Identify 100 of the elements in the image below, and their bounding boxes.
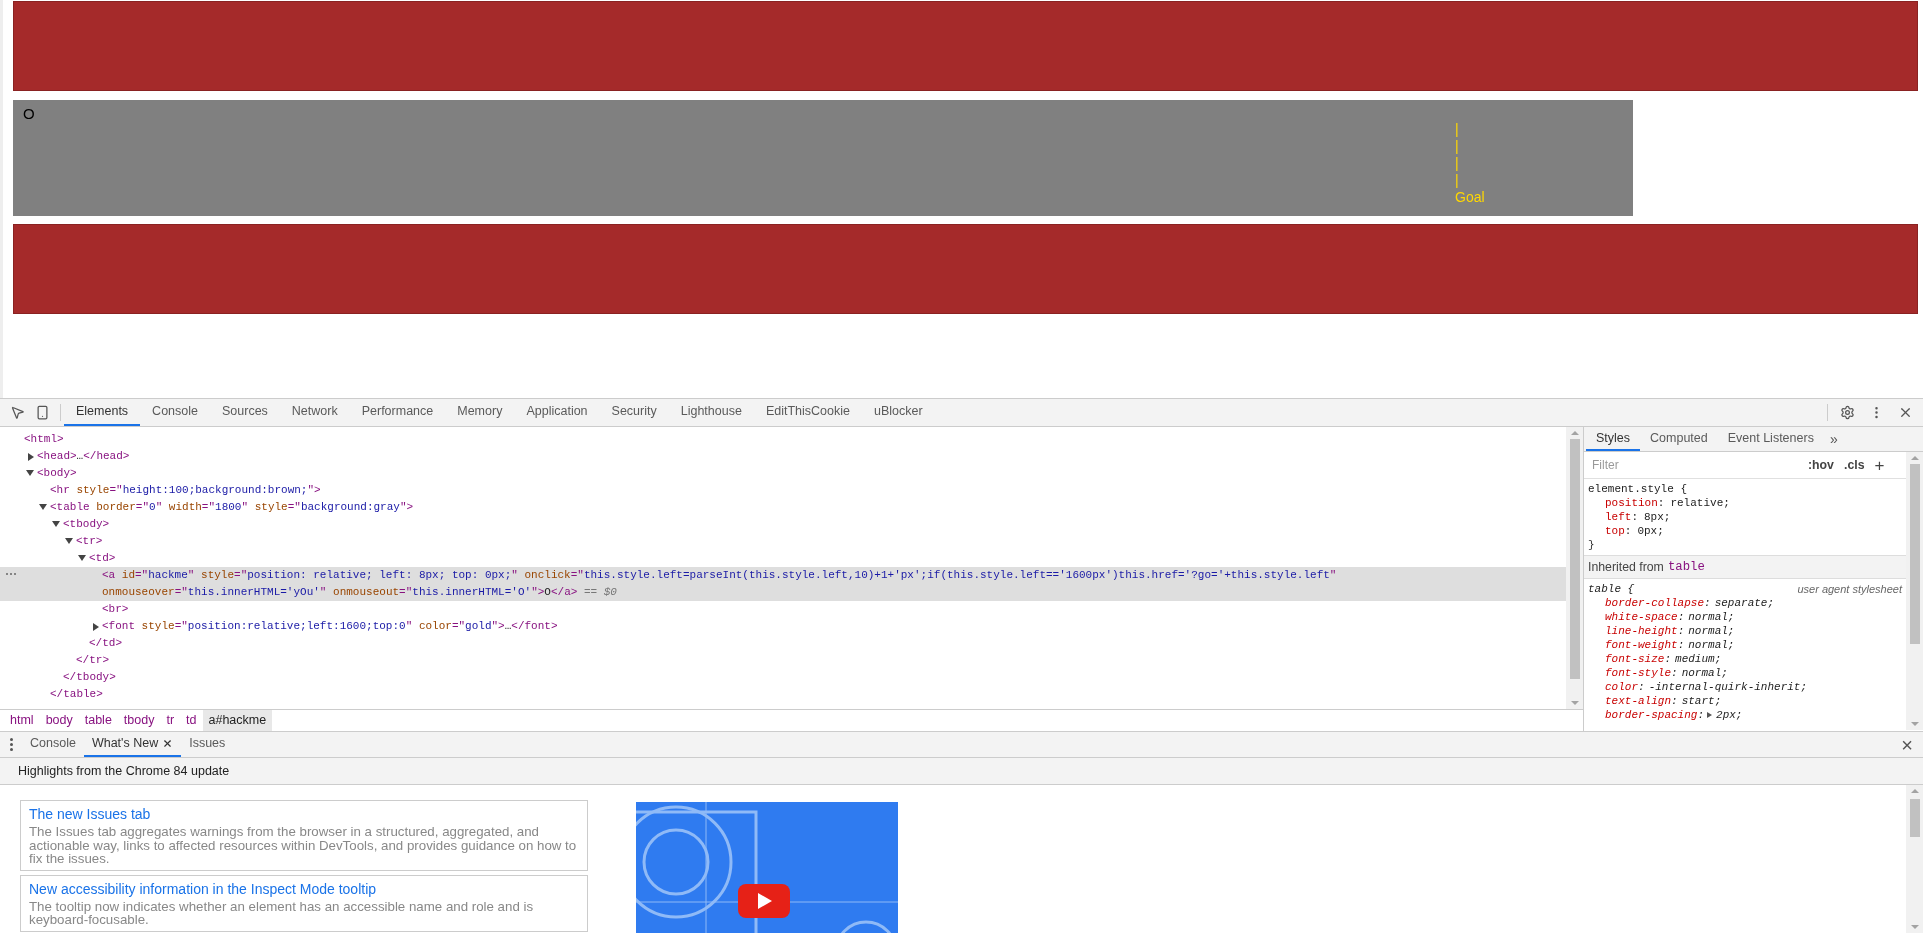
colon: : bbox=[1677, 638, 1685, 652]
colon: : bbox=[1657, 496, 1665, 510]
colon: : bbox=[1677, 610, 1685, 624]
property-value: start; bbox=[1681, 694, 1722, 708]
expanded-triangle-icon[interactable] bbox=[39, 504, 47, 510]
close-drawer-button[interactable]: × bbox=[1901, 732, 1923, 757]
expanded-triangle-icon[interactable] bbox=[65, 538, 73, 544]
moving-link[interactable]: O bbox=[23, 103, 35, 126]
breadcrumb[interactable]: html bbox=[4, 710, 40, 731]
more-tabs-button[interactable]: » bbox=[1823, 427, 1844, 451]
dom-node[interactable]: <a id="hackme" style="position: relative; left: 8px; top: 0px;" onclick="this.style.left=parseInt(this.style.left,10)+1+'px';if(this.style.left=='1600px')this.href='?go='+this.style.left" onmouseover="this.innerHTML='yOu'" onmouseout="this.innerHTML='O'">O</a> == $0 bbox=[0, 567, 1566, 601]
property-name[interactable]: left bbox=[1605, 510, 1632, 524]
property-value: medium; bbox=[1675, 652, 1722, 666]
panel-tab[interactable]: Performance bbox=[349, 399, 446, 426]
property-name[interactable]: top bbox=[1605, 524, 1625, 538]
property-value[interactable]: 8px; bbox=[1644, 510, 1671, 524]
sidebar-tab[interactable]: Event Listeners bbox=[1717, 427, 1824, 451]
inherited-label: Inherited from bbox=[1588, 558, 1664, 576]
scrollbar[interactable] bbox=[1566, 427, 1583, 709]
scrollbar[interactable] bbox=[1906, 785, 1923, 933]
panel-tab[interactable]: Lighthouse bbox=[668, 399, 754, 426]
panel-tab[interactable]: Network bbox=[279, 399, 350, 426]
colon: : bbox=[1677, 624, 1685, 638]
feature-title-link[interactable]: The new Issues tab bbox=[29, 805, 579, 823]
expanded-triangle-icon[interactable] bbox=[26, 470, 34, 476]
property-name: line-height bbox=[1605, 624, 1678, 638]
colon: : bbox=[1664, 652, 1672, 666]
sidebar-tab[interactable]: Styles bbox=[1586, 427, 1641, 451]
drawer-header: Highlights from the Chrome 84 update bbox=[18, 762, 230, 780]
feature-description: The tooltip now indicates whether an element has an accessible name and role and is keyboard-focusable. bbox=[29, 899, 535, 927]
feature-title-link[interactable]: New accessibility information in the Inspect Mode tooltip bbox=[29, 879, 579, 898]
goal-marker: | | | | Goal bbox=[1455, 121, 1485, 206]
breadcrumb[interactable]: body bbox=[39, 710, 79, 731]
cls-button[interactable]: .cls bbox=[1843, 455, 1865, 475]
property-value[interactable]: 0px; bbox=[1637, 524, 1664, 538]
closing-tag: </td> bbox=[0, 635, 1566, 652]
collapsed-triangle-icon[interactable] bbox=[93, 623, 99, 631]
sidebar-tab[interactable]: Computed bbox=[1640, 427, 1718, 451]
hov-button[interactable]: :hov bbox=[1808, 455, 1834, 475]
panel-tab[interactable]: uBlocker bbox=[861, 399, 935, 426]
settings-icon[interactable] bbox=[1840, 405, 1855, 420]
feature-card[interactable]: New accessibility information in the Inspect Mode tooltip The tooltip now indicates whether an element has an accessible name and role and is keyboard-focusable. bbox=[20, 874, 588, 932]
breadcrumb[interactable]: table bbox=[78, 710, 118, 731]
panel-tab[interactable]: Memory bbox=[445, 399, 515, 426]
dom-node[interactable]: <tbody> bbox=[0, 516, 1566, 533]
rule-selector: table { bbox=[1588, 582, 1635, 596]
breadcrumb[interactable]: tbody bbox=[117, 710, 161, 731]
drawer-tab[interactable]: Console bbox=[22, 732, 84, 757]
closing-tag: </tr> bbox=[0, 652, 1566, 669]
panel-tab[interactable]: Console bbox=[140, 399, 210, 426]
panel-tab[interactable]: Security bbox=[599, 399, 669, 426]
property-name[interactable]: position bbox=[1605, 496, 1658, 510]
property-value: normal; bbox=[1688, 624, 1735, 638]
dom-node[interactable]: <body> bbox=[0, 465, 1566, 482]
property-value: normal; bbox=[1681, 666, 1728, 680]
close-icon[interactable] bbox=[1898, 405, 1913, 420]
scrollbar[interactable] bbox=[1906, 452, 1923, 730]
drawer-tab[interactable]: Issues bbox=[181, 732, 234, 757]
property-name: font-weight bbox=[1605, 638, 1678, 652]
device-toggle-icon[interactable] bbox=[35, 405, 50, 420]
inspect-icon[interactable] bbox=[10, 405, 25, 420]
colon: : bbox=[1624, 524, 1632, 538]
property-name: border-spacing bbox=[1605, 708, 1698, 722]
expanded-triangle-icon[interactable] bbox=[52, 521, 60, 527]
colon: : bbox=[1671, 666, 1678, 680]
dom-node[interactable]: <hr style="height:100;background:brown;"> bbox=[0, 482, 1566, 499]
colon: : bbox=[1697, 708, 1705, 722]
feature-card[interactable] bbox=[20, 800, 588, 871]
property-value: -internal-quirk-inherit; bbox=[1648, 680, 1808, 694]
expanded-triangle-icon[interactable] bbox=[78, 555, 86, 561]
property-name: text-align bbox=[1605, 694, 1671, 708]
dom-node[interactable]: <td> bbox=[0, 550, 1566, 567]
expand-triangle-icon[interactable] bbox=[1707, 712, 1713, 718]
panel-tab[interactable]: Sources bbox=[210, 399, 280, 426]
dom-node[interactable]: <head>…</head> bbox=[0, 448, 1566, 465]
add-rule-button[interactable]: + bbox=[1874, 456, 1885, 474]
dom-node[interactable]: <br> bbox=[0, 601, 1566, 618]
property-value: 2px; bbox=[1716, 708, 1743, 722]
collapsed-triangle-icon[interactable] bbox=[28, 453, 34, 461]
property-name: border-collapse bbox=[1605, 596, 1705, 610]
property-value: separate; bbox=[1714, 596, 1775, 610]
colon: : bbox=[1704, 596, 1711, 610]
breadcrumb[interactable]: tr bbox=[160, 710, 181, 731]
dom-node[interactable]: <font style="position:relative;left:1600;top:0" color="gold">…</font> bbox=[0, 618, 1566, 635]
property-value[interactable]: relative; bbox=[1670, 496, 1730, 510]
breadcrumb[interactable]: td bbox=[180, 710, 203, 731]
property-name: font-size bbox=[1605, 652, 1665, 666]
rule-brace: } bbox=[1588, 538, 1596, 552]
breadcrumb[interactable]: a#hackme bbox=[202, 710, 273, 731]
inherited-tag-link[interactable]: table bbox=[1667, 557, 1705, 577]
panel-tab[interactable]: Application bbox=[514, 399, 600, 426]
colon: : bbox=[1638, 680, 1645, 694]
dom-node[interactable]: <table border="0" width="1800" style="background:gray"> bbox=[0, 499, 1566, 516]
panel-tab[interactable]: Elements bbox=[64, 399, 141, 426]
close-tab-icon[interactable] bbox=[162, 738, 174, 749]
colon: : bbox=[1671, 694, 1678, 708]
panel-tab[interactable]: EditThisCookie bbox=[753, 399, 862, 426]
rule-selector: element.style { bbox=[1588, 482, 1689, 496]
dom-node[interactable]: <html> bbox=[0, 431, 1566, 448]
dom-node[interactable]: <tr> bbox=[0, 533, 1566, 550]
